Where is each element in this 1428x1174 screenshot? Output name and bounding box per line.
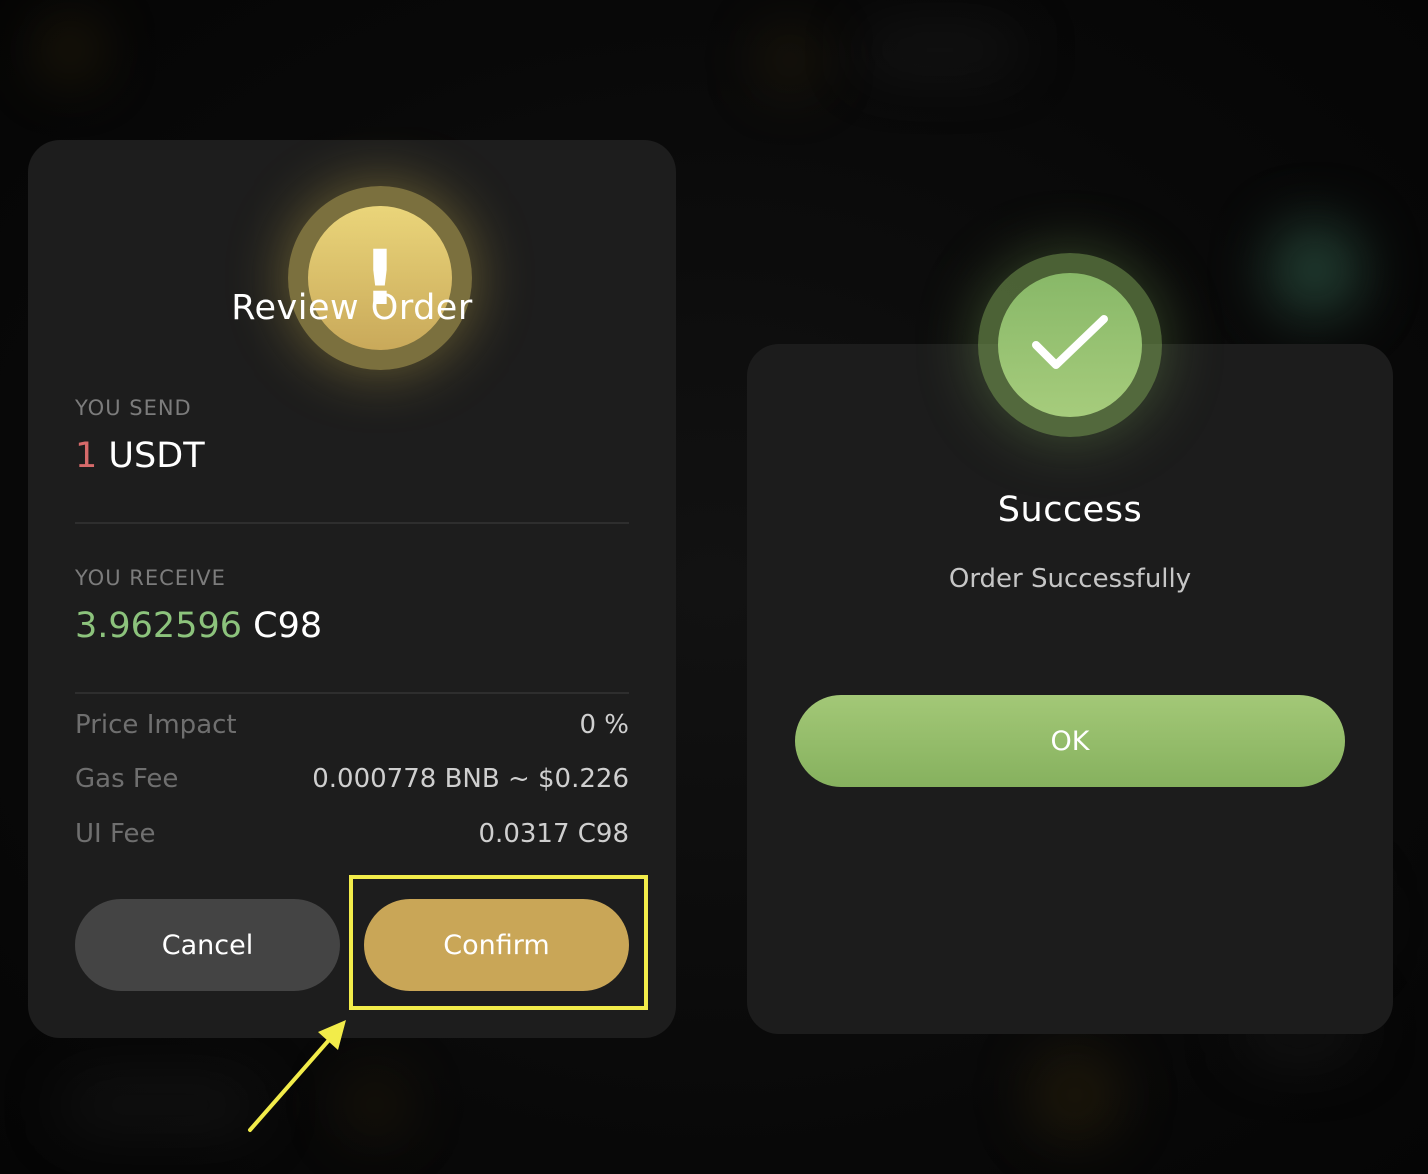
detail-label: Price Impact <box>75 710 237 740</box>
detail-row-gas-fee: Gas Fee 0.000778 BNB ~ $0.226 <box>75 764 629 794</box>
send-amount: 1 <box>75 436 98 476</box>
divider <box>75 692 629 694</box>
screen: ! Review Order YOU SEND 1 USDT YOU RECEI… <box>0 0 1428 1174</box>
you-send-label: YOU SEND <box>75 396 192 420</box>
detail-label: UI Fee <box>75 819 156 849</box>
dialog-title: Review Order <box>231 288 473 328</box>
background-blur <box>1030 1050 1120 1140</box>
ok-button[interactable]: OK <box>795 695 1345 787</box>
detail-value: 0 % <box>579 710 629 740</box>
background-blur <box>860 30 1020 70</box>
you-receive-label: YOU RECEIVE <box>75 566 226 590</box>
cancel-button[interactable]: Cancel <box>75 899 340 991</box>
detail-label: Gas Fee <box>75 764 179 794</box>
arrow-pointer-icon <box>248 1020 346 1132</box>
receive-amount-row: 3.962596 C98 <box>75 606 322 646</box>
detail-row-price-impact: Price Impact 0 % <box>75 710 629 740</box>
receive-token: C98 <box>253 606 323 646</box>
success-message: Order Successfully <box>948 564 1192 594</box>
success-title: Success <box>997 490 1143 530</box>
detail-row-ui-fee: UI Fee 0.0317 C98 <box>75 819 629 849</box>
success-dialog <box>747 344 1393 1034</box>
receive-amount: 3.962596 <box>75 606 243 646</box>
confirm-highlight-box <box>349 875 648 1010</box>
send-token: USDT <box>108 436 205 476</box>
background-blur <box>1270 225 1360 315</box>
background-blur <box>40 20 100 80</box>
background-blur <box>60 1080 260 1130</box>
background-blur <box>760 30 820 90</box>
divider <box>75 522 629 524</box>
exclamation-icon: ! <box>308 206 452 350</box>
detail-value: 0.0317 C98 <box>478 819 629 849</box>
checkmark-icon <box>998 273 1142 417</box>
checkmark-glyph <box>1032 315 1108 369</box>
send-amount-row: 1 USDT <box>75 436 205 476</box>
detail-value: 0.000778 BNB ~ $0.226 <box>312 764 629 794</box>
